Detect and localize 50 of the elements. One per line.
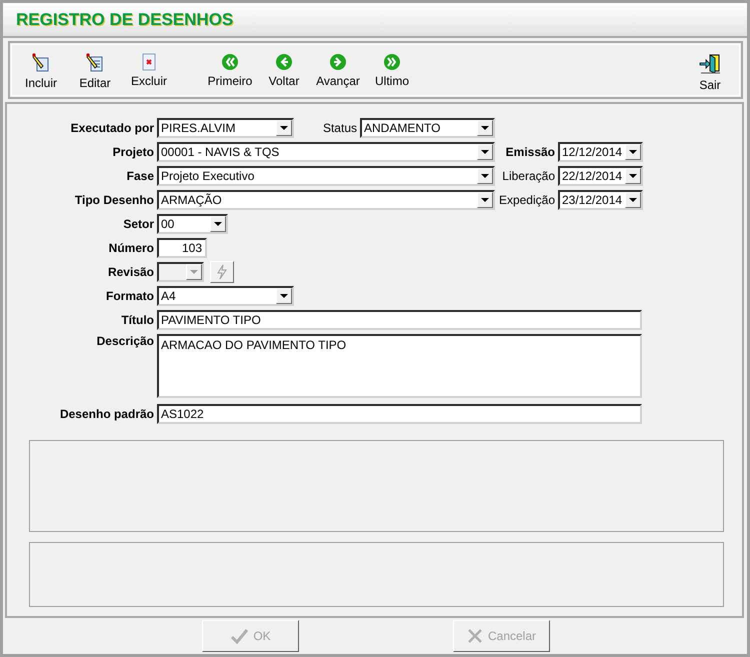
field-label: Executado por <box>70 121 155 135</box>
field-label: Desenho padrão <box>58 407 155 421</box>
last-icon <box>383 53 401 71</box>
toolbar-button[interactable]: Voltar <box>257 45 311 95</box>
close-icon <box>466 628 483 644</box>
text-field[interactable]: PAVIMENTO TIPO <box>157 310 642 330</box>
dropdown-field[interactable]: ANDAMENTO <box>360 118 495 138</box>
field-label: Número <box>108 241 155 255</box>
toolbar-button[interactable]: Editar <box>68 45 122 95</box>
toolbar-button[interactable]: Avançar <box>311 45 365 95</box>
toolbar-button[interactable]: Primeiro <box>203 45 257 95</box>
field-label: Status <box>322 121 358 135</box>
number-field[interactable]: 103 <box>157 238 207 258</box>
first-icon <box>221 53 239 71</box>
back-icon <box>275 53 293 71</box>
dropdown-field[interactable]: 22/12/2014 <box>558 166 643 186</box>
check-icon <box>230 628 248 644</box>
field-label: Emissão <box>504 145 556 159</box>
toolbar-button[interactable]: Excluir <box>122 45 176 95</box>
field-label: Projeto <box>112 145 155 159</box>
dropdown-field[interactable]: A4 <box>157 286 294 306</box>
field-label: Revisão <box>106 265 155 279</box>
text-field[interactable]: AS1022 <box>157 404 642 424</box>
toolbar-button[interactable]: Incluir <box>14 45 68 95</box>
forward-icon <box>329 53 347 71</box>
window-title: REGISTRO DE DESENHOS <box>16 10 234 30</box>
lightning-icon <box>216 264 228 280</box>
dropdown-field[interactable]: 23/12/2014 <box>558 190 643 210</box>
field-label: Liberação <box>501 169 556 183</box>
lightning-button[interactable] <box>210 261 234 283</box>
field-label: Descrição <box>96 334 155 348</box>
toolbar-button[interactable]: Ultimo <box>365 45 419 95</box>
dropdown-field[interactable]: 12/12/2014 <box>558 142 643 162</box>
dropdown-field[interactable]: 00001 - NAVIS & TQS <box>157 142 495 162</box>
delete-document-icon <box>142 53 156 71</box>
text-area[interactable]: ARMACAO DO PAVIMENTO TIPO <box>157 334 642 398</box>
exit-door-icon <box>699 53 721 75</box>
dropdown-field[interactable]: Projeto Executivo <box>157 166 495 186</box>
field-label: Fase <box>126 169 155 183</box>
edit-document-icon <box>86 53 104 73</box>
field-label: Formato <box>105 289 155 303</box>
field-label: Título <box>120 313 155 327</box>
dropdown-field[interactable]: ARMAÇÃO <box>157 190 495 210</box>
field-label: Setor <box>122 217 155 231</box>
field-label: Tipo Desenho <box>74 193 155 207</box>
field-label: Expedição <box>498 193 556 207</box>
new-document-icon <box>32 53 50 73</box>
dropdown-field[interactable]: PIRES.ALVIM <box>157 118 294 138</box>
exit-button[interactable]: Sair <box>683 45 737 95</box>
dropdown-field[interactable]: 00 <box>157 214 228 234</box>
